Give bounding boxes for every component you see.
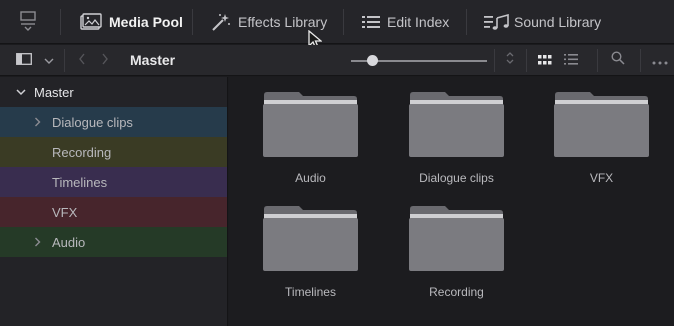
- list-icon: [362, 15, 380, 29]
- chevron-right-icon[interactable]: [30, 237, 44, 247]
- toolbar-divider: [343, 9, 344, 35]
- toolbar-divider: [597, 49, 598, 72]
- bin-folder[interactable]: VFX: [554, 92, 649, 185]
- folder-icon: [409, 206, 504, 271]
- toolbar-divider: [192, 9, 193, 35]
- media-pool-label: Media Pool: [109, 14, 183, 30]
- bin-content-area: Audio Dialogue clips VFX Timelines Recor…: [229, 77, 674, 326]
- bin-folder[interactable]: Audio: [263, 92, 358, 185]
- folder-icon: [554, 92, 649, 157]
- chevron-left-icon: [78, 52, 86, 70]
- bin-tree-item-timelines[interactable]: Timelines: [0, 167, 227, 197]
- zoom-slider-handle[interactable]: [367, 55, 379, 66]
- grid-icon: [538, 52, 552, 70]
- bin-folder-label: VFX: [589, 171, 614, 185]
- bin-folder[interactable]: Recording: [409, 206, 504, 299]
- bin-tree-item-master[interactable]: Master: [0, 77, 227, 107]
- bin-folder-label: Audio: [295, 171, 326, 185]
- breadcrumb: Master: [130, 52, 176, 68]
- bin-tree-label: VFX: [52, 204, 78, 220]
- bin-folder-label: Recording: [429, 285, 484, 299]
- back-button[interactable]: [72, 45, 92, 76]
- sidebar-panel-icon: [16, 52, 32, 70]
- toolbar-divider: [60, 9, 61, 35]
- bin-folder-label: Timelines: [285, 285, 336, 299]
- music-note-icon: [484, 14, 510, 30]
- panel-toolbar: Media Pool Effects Library Edit Index So…: [0, 0, 674, 50]
- bin-tree-item-audio[interactable]: Audio: [0, 227, 227, 257]
- bin-folder[interactable]: Dialogue clips: [409, 92, 504, 185]
- bin-folder-label: Dialogue clips: [419, 171, 494, 185]
- toolbar-divider: [466, 9, 467, 35]
- bin-tree-label: Master: [34, 84, 74, 100]
- thumbnail-view-button[interactable]: [534, 45, 556, 76]
- edit-index-label: Edit Index: [387, 14, 450, 30]
- list-icon: [564, 52, 578, 70]
- chevron-down-icon[interactable]: [14, 88, 28, 96]
- bin-folder[interactable]: Timelines: [263, 206, 358, 299]
- chevron-down-icon: [44, 52, 54, 70]
- sort-button[interactable]: [500, 45, 520, 76]
- sound-library-label: Sound Library: [514, 14, 602, 30]
- bin-tree: Master Dialogue clips Recording Timeline…: [0, 77, 228, 326]
- toolbar-divider: [64, 49, 65, 72]
- more-options-button[interactable]: [648, 45, 672, 76]
- toolbar-divider: [640, 49, 641, 72]
- chevron-right-icon[interactable]: [30, 117, 44, 127]
- bin-tree-label: Timelines: [52, 174, 108, 190]
- folder-icon: [409, 92, 504, 157]
- media-pool-button[interactable]: Media Pool: [80, 0, 183, 44]
- sidebar-toggle-button[interactable]: [8, 45, 40, 76]
- bin-tree-item-dialogue-clips[interactable]: Dialogue clips: [0, 107, 227, 137]
- chevron-right-icon: [101, 52, 109, 70]
- bin-tree-label: Audio: [52, 234, 86, 250]
- list-view-button[interactable]: [560, 45, 582, 76]
- sound-library-button[interactable]: Sound Library: [484, 0, 601, 44]
- bin-tree-item-recording[interactable]: Recording: [0, 137, 227, 167]
- toolbar-divider: [494, 49, 495, 72]
- more-icon: [652, 52, 668, 70]
- effects-library-label: Effects Library: [238, 14, 328, 30]
- bin-tree-item-vfx[interactable]: VFX: [0, 197, 227, 227]
- bin-tree-label: Recording: [52, 144, 112, 160]
- media-pool-icon: [80, 13, 102, 31]
- pin-icon[interactable]: [20, 10, 36, 37]
- search-icon: [611, 51, 625, 70]
- effects-wand-icon: [211, 12, 231, 32]
- bin-tree-label: Dialogue clips: [52, 114, 133, 130]
- edit-index-button[interactable]: Edit Index: [362, 0, 449, 44]
- media-pool-toolbar: Master: [0, 45, 674, 76]
- toolbar-divider: [526, 49, 527, 72]
- sort-icon: [506, 51, 514, 70]
- forward-button[interactable]: [95, 45, 115, 76]
- folder-icon: [263, 206, 358, 271]
- search-button[interactable]: [606, 45, 630, 76]
- sidebar-menu-button[interactable]: [40, 45, 58, 76]
- folder-icon: [263, 92, 358, 157]
